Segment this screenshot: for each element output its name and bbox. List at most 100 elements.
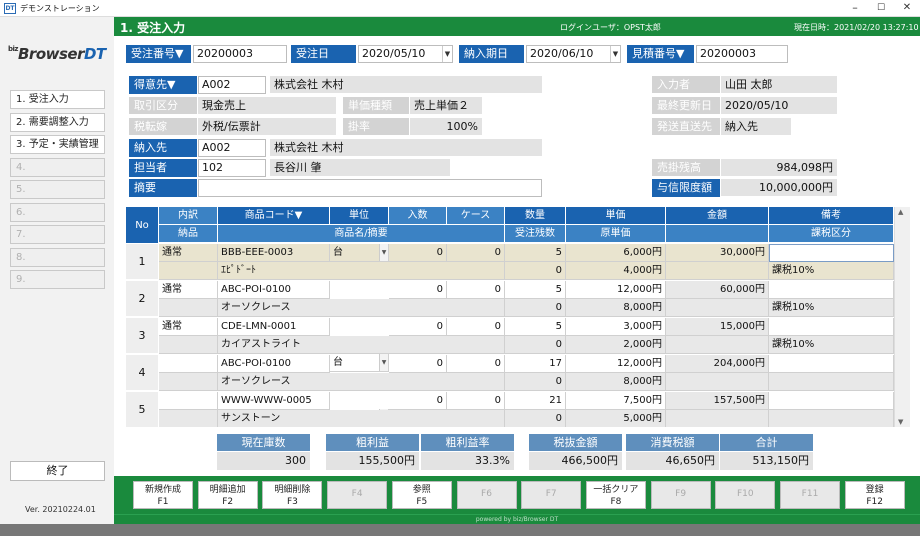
row-blank (666, 373, 769, 391)
maximize-button[interactable]: ☐ (868, 0, 894, 17)
minimize-button[interactable]: – (842, 0, 868, 17)
row-tax-category[interactable]: 課税10% (769, 299, 894, 317)
row-number[interactable]: 3 (126, 318, 159, 354)
delivery-date-label: 納入期日 (459, 45, 524, 63)
order-date-label: 受注日 (291, 45, 356, 63)
row-tax-category[interactable] (769, 410, 894, 427)
row-number[interactable]: 1 (126, 244, 159, 280)
row-kind[interactable]: 通常 (159, 281, 218, 299)
row-qty[interactable]: 5 (505, 244, 566, 262)
row-price[interactable]: 12,000円 (566, 355, 666, 373)
row-kind[interactable] (159, 355, 218, 373)
row-product-name: サンストーン (218, 410, 505, 427)
calendar-dropdown-icon[interactable]: ▼ (442, 46, 452, 62)
fkey-f1[interactable]: 新規作成F1 (133, 481, 193, 509)
memo-input[interactable] (198, 179, 542, 197)
row-case[interactable]: 0 (447, 355, 505, 373)
row-kind[interactable] (159, 392, 218, 410)
calendar-dropdown-icon[interactable]: ▼ (610, 46, 620, 62)
row-case[interactable]: 0 (447, 318, 505, 336)
col-product-code[interactable]: 商品コード▼ (218, 207, 330, 225)
row-number[interactable]: 5 (126, 392, 159, 427)
row-number[interactable]: 4 (126, 355, 159, 391)
row-unit-select[interactable]: 台▼ (330, 244, 389, 262)
sidebar-item-1[interactable]: 1. 受注入力 (10, 90, 105, 109)
close-button[interactable]: ✕ (894, 0, 920, 17)
customer-label[interactable]: 得意先▼ (129, 76, 197, 94)
row-case[interactable]: 0 (447, 244, 505, 262)
row-tax-category[interactable]: 課税10% (769, 262, 894, 280)
destination-code-input[interactable]: A002 (198, 139, 266, 157)
customer-code-input[interactable]: A002 (198, 76, 266, 94)
end-button[interactable]: 終了 (10, 461, 105, 481)
col-kind: 内訳 (159, 207, 218, 225)
logo: bizBrowserDT (8, 45, 106, 63)
row-price[interactable]: 6,000円 (566, 244, 666, 262)
unit-dropdown-icon[interactable]: ▼ (379, 354, 388, 371)
quote-no-input[interactable]: 20200003 (696, 45, 788, 63)
scroll-up-icon[interactable]: ▲ (898, 208, 903, 216)
order-no-input[interactable]: 20200003 (193, 45, 287, 63)
fkey-f2[interactable]: 明細追加F2 (198, 481, 258, 509)
row-qty-in[interactable]: 0 (389, 244, 447, 262)
row-qty[interactable]: 17 (505, 355, 566, 373)
row-number[interactable]: 2 (126, 281, 159, 317)
row-kind[interactable]: 通常 (159, 318, 218, 336)
fkey-f3[interactable]: 明細削除F3 (262, 481, 322, 509)
staff-code-input[interactable]: 102 (198, 159, 266, 177)
total-label: 合計 (720, 434, 813, 451)
row-product-code[interactable]: ABC-POI-0100 (218, 355, 330, 373)
row-qty-in[interactable]: 0 (389, 355, 447, 373)
row-unit-select[interactable]: 台▼ (330, 354, 389, 372)
row-qty-in[interactable]: 0 (389, 392, 447, 410)
row-tax-category[interactable] (769, 373, 894, 391)
row-cost: 5,000円 (566, 410, 666, 427)
fkey-f5[interactable]: 参照F5 (392, 481, 452, 509)
grid-scrollbar[interactable]: ▲ ▼ (894, 207, 910, 427)
receivable-label: 売掛残高 (652, 159, 720, 176)
row-product-code[interactable]: CDE-LMN-0001 (218, 318, 330, 336)
row-note[interactable] (769, 355, 894, 373)
row-qty[interactable]: 5 (505, 318, 566, 336)
row-case[interactable]: 0 (447, 281, 505, 299)
current-datetime: 現在日時：2021/02/20 13:27:10 (794, 22, 919, 33)
row-tax-category[interactable]: 課税10% (769, 336, 894, 354)
last-updated-value: 2020/05/10 (721, 97, 837, 114)
row-delivery (159, 299, 218, 317)
col-remaining: 受注残数 (505, 225, 566, 243)
quote-no-label[interactable]: 見積番号▼ (627, 45, 694, 63)
row-case[interactable]: 0 (447, 392, 505, 410)
row-kind[interactable]: 通常 (159, 244, 218, 262)
row-blank (666, 336, 769, 354)
total-label: 税抜金額 (529, 434, 622, 451)
fkey-f8[interactable]: 一括クリアF8 (586, 481, 646, 509)
row-remaining: 0 (505, 373, 566, 391)
order-no-label[interactable]: 受注番号▼ (126, 45, 191, 63)
sidebar-item-3[interactable]: 3. 予定・実績管理 (10, 135, 105, 154)
order-date-input[interactable]: 2020/05/10▼ (358, 45, 453, 63)
sidebar-item-5: 5. (10, 180, 105, 199)
sidebar-item-2[interactable]: 2. 需要調整入力 (10, 113, 105, 132)
row-product-code[interactable]: ABC-POI-0100 (218, 281, 330, 299)
row-price[interactable]: 3,000円 (566, 318, 666, 336)
fkey-f12[interactable]: 登録F12 (845, 481, 905, 509)
row-price[interactable]: 12,000円 (566, 281, 666, 299)
row-product-code[interactable]: WWW-WWW-0005 (218, 392, 330, 410)
row-product-code[interactable]: BBB-EEE-0003 (218, 244, 330, 262)
row-price[interactable]: 7,500円 (566, 392, 666, 410)
scroll-down-icon[interactable]: ▼ (898, 418, 903, 426)
delivery-date-input[interactable]: 2020/06/10▼ (526, 45, 621, 63)
row-qty[interactable]: 21 (505, 392, 566, 410)
row-note[interactable] (769, 318, 894, 336)
row-qty-in[interactable]: 0 (389, 281, 447, 299)
row-qty[interactable]: 5 (505, 281, 566, 299)
fkey-f10: F10 (715, 481, 775, 509)
tax-transfer-value: 外税/伝票計 (198, 118, 336, 135)
row-qty-in[interactable]: 0 (389, 318, 447, 336)
row-note[interactable] (769, 392, 894, 410)
row-note[interactable] (769, 244, 894, 262)
unit-dropdown-icon[interactable]: ▼ (379, 244, 388, 261)
fkey-f7: F7 (521, 481, 581, 509)
total-value: 300 (217, 452, 310, 470)
row-note[interactable] (769, 281, 894, 299)
